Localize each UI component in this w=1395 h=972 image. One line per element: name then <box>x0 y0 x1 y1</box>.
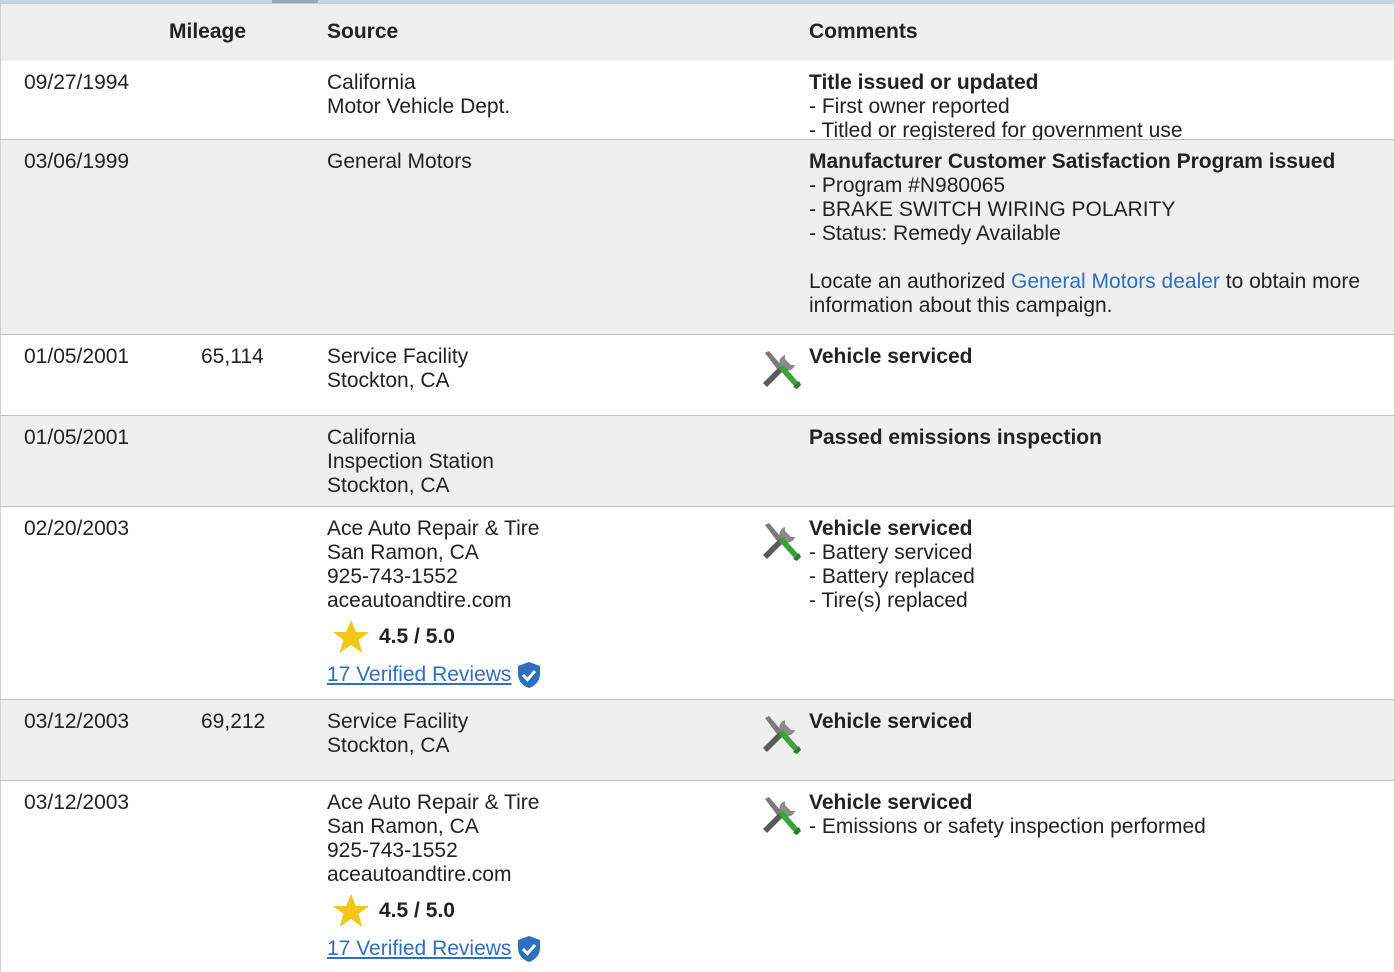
row-comments: Manufacturer Customer Satisfaction Progr… <box>809 150 1384 318</box>
source-line: Inspection Station <box>327 450 494 473</box>
column-header-mileage: Mileage <box>169 20 247 43</box>
comment-line: - First owner reported <box>809 95 1010 118</box>
comment-title: Passed emissions inspection <box>809 426 1102 449</box>
row-date: 09/27/1994 <box>24 71 130 94</box>
table-row: 01/05/2001 California Inspection Station… <box>0 416 1395 507</box>
comment-line: - Tire(s) replaced <box>809 589 968 612</box>
row-comments: Vehicle serviced - Battery serviced - Ba… <box>809 517 1384 613</box>
reviews: 17 Verified Reviews <box>327 935 541 963</box>
reviews: 17 Verified Reviews <box>327 661 541 689</box>
rating-value: 4.5 / 5.0 <box>379 899 455 922</box>
row-date: 02/20/2003 <box>24 517 130 540</box>
comment-line: - Battery replaced <box>809 565 975 588</box>
source-line: Service Facility <box>327 710 469 733</box>
source-line: San Ramon, CA <box>327 815 479 838</box>
star-icon <box>333 894 369 927</box>
row-date: 01/05/2001 <box>24 426 130 449</box>
source-line: Stockton, CA <box>327 734 450 757</box>
source-line: Ace Auto Repair & Tire <box>327 517 540 540</box>
source-line: Stockton, CA <box>327 369 450 392</box>
row-mileage: 69,212 <box>201 710 266 733</box>
verified-shield-icon <box>518 936 541 962</box>
comment-line: - Battery serviced <box>809 541 973 564</box>
comment-line: - Program #N980065 <box>809 174 1006 197</box>
comment-title: Vehicle serviced <box>809 791 973 814</box>
shop-rating: 4.5 / 5.0 <box>327 620 541 653</box>
source-line: Motor Vehicle Dept. <box>327 95 511 118</box>
row-mileage: 65,114 <box>201 345 264 368</box>
comment-title: Manufacturer Customer Satisfaction Progr… <box>809 150 1336 173</box>
row-source: Service Facility Stockton, CA <box>327 710 468 758</box>
source-line: 925-743-1552 <box>327 839 458 862</box>
dealer-locator-link[interactable]: General Motors dealer <box>1011 270 1220 293</box>
comment-title: Vehicle serviced <box>809 517 973 540</box>
source-line: aceautoandtire.com <box>327 863 512 886</box>
row-source: Service Facility Stockton, CA <box>327 345 468 393</box>
source-line: aceautoandtire.com <box>327 589 512 612</box>
table-row: 02/20/2003 Ace Auto Repair & Tire San Ra… <box>0 507 1395 700</box>
wrench-screwdriver-icon <box>763 716 801 754</box>
table-row: 03/12/2003 69,212 Service Facility Stock… <box>0 700 1395 781</box>
row-date: 03/06/1999 <box>24 150 130 173</box>
comment-line: - Emissions or safety inspection perform… <box>809 815 1206 838</box>
row-source: California Inspection Station Stockton, … <box>327 426 494 498</box>
source-line: Ace Auto Repair & Tire <box>327 791 540 814</box>
verified-reviews-link[interactable]: 17 Verified Reviews <box>327 663 511 687</box>
verified-shield-icon <box>518 662 541 688</box>
row-date: 03/12/2003 <box>24 791 130 814</box>
comment-title: Vehicle serviced <box>809 710 973 733</box>
table-row: 01/05/2001 65,114 Service Facility Stock… <box>0 335 1395 416</box>
shop-rating: 4.5 / 5.0 <box>327 894 541 927</box>
source-line: California <box>327 71 416 94</box>
row-comments: Vehicle serviced - Emissions or safety i… <box>809 791 1384 839</box>
source-line: General Motors <box>327 150 472 173</box>
row-comments: Title issued or updated - First owner re… <box>809 71 1384 143</box>
row-source: Ace Auto Repair & Tire San Ramon, CA 925… <box>327 517 541 689</box>
table-row: 03/06/1999 General Motors Manufacturer C… <box>0 140 1395 335</box>
source-line: San Ramon, CA <box>327 541 479 564</box>
comment-line: - Status: Remedy Available <box>809 222 1061 245</box>
source-line: 925-743-1552 <box>327 565 458 588</box>
comment-title: Title issued or updated <box>809 71 1039 94</box>
source-line: California <box>327 426 416 449</box>
table-header: Mileage Source Comments <box>0 3 1395 62</box>
source-line: Service Facility <box>327 345 469 368</box>
dealer-note-text: Locate an authorized <box>809 270 1011 293</box>
row-comments: Passed emissions inspection <box>809 426 1384 450</box>
wrench-screwdriver-icon <box>763 351 801 389</box>
star-icon <box>333 620 369 653</box>
wrench-screwdriver-icon <box>763 523 801 561</box>
column-header-comments: Comments <box>809 20 918 43</box>
column-header-source: Source <box>327 20 399 43</box>
row-source: General Motors <box>327 150 472 174</box>
rating-value: 4.5 / 5.0 <box>379 625 455 648</box>
table-row: 03/12/2003 Ace Auto Repair & Tire San Ra… <box>0 781 1395 972</box>
wrench-screwdriver-icon <box>763 797 801 835</box>
table-row: 09/27/1994 California Motor Vehicle Dept… <box>0 61 1395 143</box>
verified-reviews-link[interactable]: 17 Verified Reviews <box>327 937 511 961</box>
row-date: 01/05/2001 <box>24 345 130 368</box>
comment-title: Vehicle serviced <box>809 345 973 368</box>
dealer-note: Locate an authorized General Motors deal… <box>809 270 1384 318</box>
source-line: Stockton, CA <box>327 474 450 497</box>
row-source: Ace Auto Repair & Tire San Ramon, CA 925… <box>327 791 541 963</box>
row-source: California Motor Vehicle Dept. <box>327 71 510 119</box>
row-comments: Vehicle serviced <box>809 710 1384 734</box>
row-comments: Vehicle serviced <box>809 345 1384 369</box>
comment-line: - BRAKE SWITCH WIRING POLARITY <box>809 198 1176 221</box>
row-date: 03/12/2003 <box>24 710 130 733</box>
